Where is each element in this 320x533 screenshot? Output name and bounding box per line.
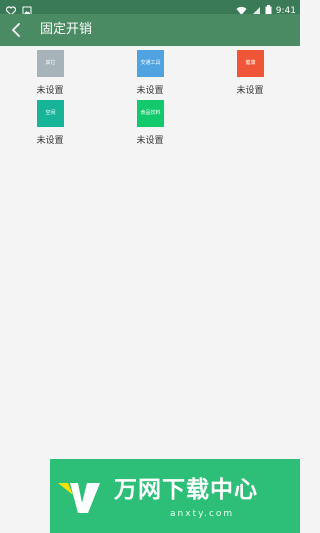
category-status: 未设置 (36, 86, 64, 96)
category-icon-food: 食品饮料 (137, 100, 164, 127)
category-status: 未设置 (136, 136, 164, 146)
category-icon-health: 健康 (237, 50, 264, 77)
page-title: 固定开销 (40, 22, 93, 37)
tile-label: 健康 (245, 60, 256, 66)
back-button[interactable] (8, 21, 26, 39)
tile-label: 其它 (45, 60, 56, 66)
category-status: 未设置 (236, 86, 264, 96)
category-icon-leisure: 空闲 (37, 100, 64, 127)
status-bar: 9:41 (0, 0, 300, 16)
tile-label: 空闲 (45, 110, 56, 116)
watermark-banner: 万网下载中心 anxty.com (50, 459, 300, 533)
category-icon-other: 其它 (37, 50, 64, 77)
category-status: 未设置 (36, 136, 64, 146)
app-bar: 固定开销 (0, 14, 300, 46)
chevron-left-icon (12, 23, 20, 37)
tile-label: 食品饮料 (140, 110, 161, 116)
watermark-logo-icon (58, 483, 100, 513)
watermark-domain: anxty.com (170, 509, 235, 519)
category-status: 未设置 (136, 86, 164, 96)
watermark-brand: 万网下载中心 (114, 477, 258, 503)
tile-label: 交通工具 (140, 60, 161, 66)
category-icon-transport: 交通工具 (137, 50, 164, 77)
